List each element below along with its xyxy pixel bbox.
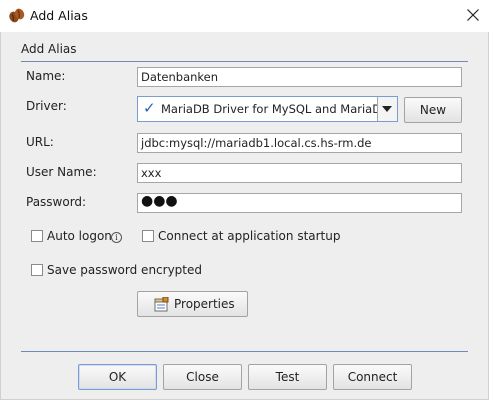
dialog-body bbox=[0, 32, 489, 400]
user-name-field[interactable]: xxx bbox=[137, 163, 462, 183]
group-title: Add Alias bbox=[21, 42, 77, 56]
properties-icon bbox=[154, 297, 169, 312]
properties-label: Properties bbox=[174, 297, 235, 311]
new-driver-button[interactable]: New bbox=[404, 97, 462, 123]
chevron-down-icon bbox=[382, 106, 392, 112]
driver-value: MariaDB Driver for MySQL and MariaDB bbox=[161, 102, 389, 116]
driver-dropdown-button[interactable] bbox=[377, 97, 397, 121]
connect-startup-label: Connect at application startup bbox=[158, 229, 341, 243]
auto-logon-checkbox[interactable] bbox=[31, 230, 43, 242]
auto-logon-label: Auto logon bbox=[47, 229, 112, 243]
name-value: Datenbanken bbox=[141, 70, 219, 84]
url-field[interactable]: jdbc:mysql://mariadb1.local.cs.hs-rm.de bbox=[137, 133, 462, 153]
bottom-separator bbox=[21, 351, 468, 352]
driver-select[interactable]: ✓ MariaDB Driver for MySQL and MariaDB bbox=[137, 96, 398, 122]
coffee-bean-icon bbox=[9, 8, 25, 23]
name-label: Name: bbox=[26, 69, 66, 83]
save-encrypted-label: Save password encrypted bbox=[47, 263, 202, 277]
url-label: URL: bbox=[26, 135, 54, 149]
close-icon[interactable] bbox=[466, 8, 480, 22]
connect-button[interactable]: Connect bbox=[333, 364, 412, 390]
password-label: Password: bbox=[26, 195, 87, 209]
url-value: jdbc:mysql://mariadb1.local.cs.hs-rm.de bbox=[141, 136, 372, 150]
user-name-value: xxx bbox=[141, 166, 162, 180]
name-field[interactable]: Datenbanken bbox=[137, 67, 462, 87]
test-button[interactable]: Test bbox=[248, 364, 327, 390]
save-encrypted-checkbox[interactable] bbox=[31, 264, 43, 276]
close-button[interactable]: Close bbox=[163, 364, 242, 390]
connect-startup-checkbox[interactable] bbox=[142, 230, 154, 242]
top-separator bbox=[21, 61, 468, 62]
driver-label: Driver: bbox=[26, 99, 67, 113]
title-bar: Add Alias bbox=[0, 0, 489, 31]
info-icon: i bbox=[111, 232, 122, 243]
password-field[interactable]: ●●● bbox=[137, 193, 462, 213]
window-title: Add Alias bbox=[30, 8, 88, 23]
checkmark-icon: ✓ bbox=[143, 99, 156, 117]
password-mask: ●●● bbox=[141, 193, 178, 209]
user-name-label: User Name: bbox=[26, 165, 97, 179]
ok-button[interactable]: OK bbox=[78, 364, 157, 390]
properties-button[interactable]: Properties bbox=[137, 291, 248, 317]
